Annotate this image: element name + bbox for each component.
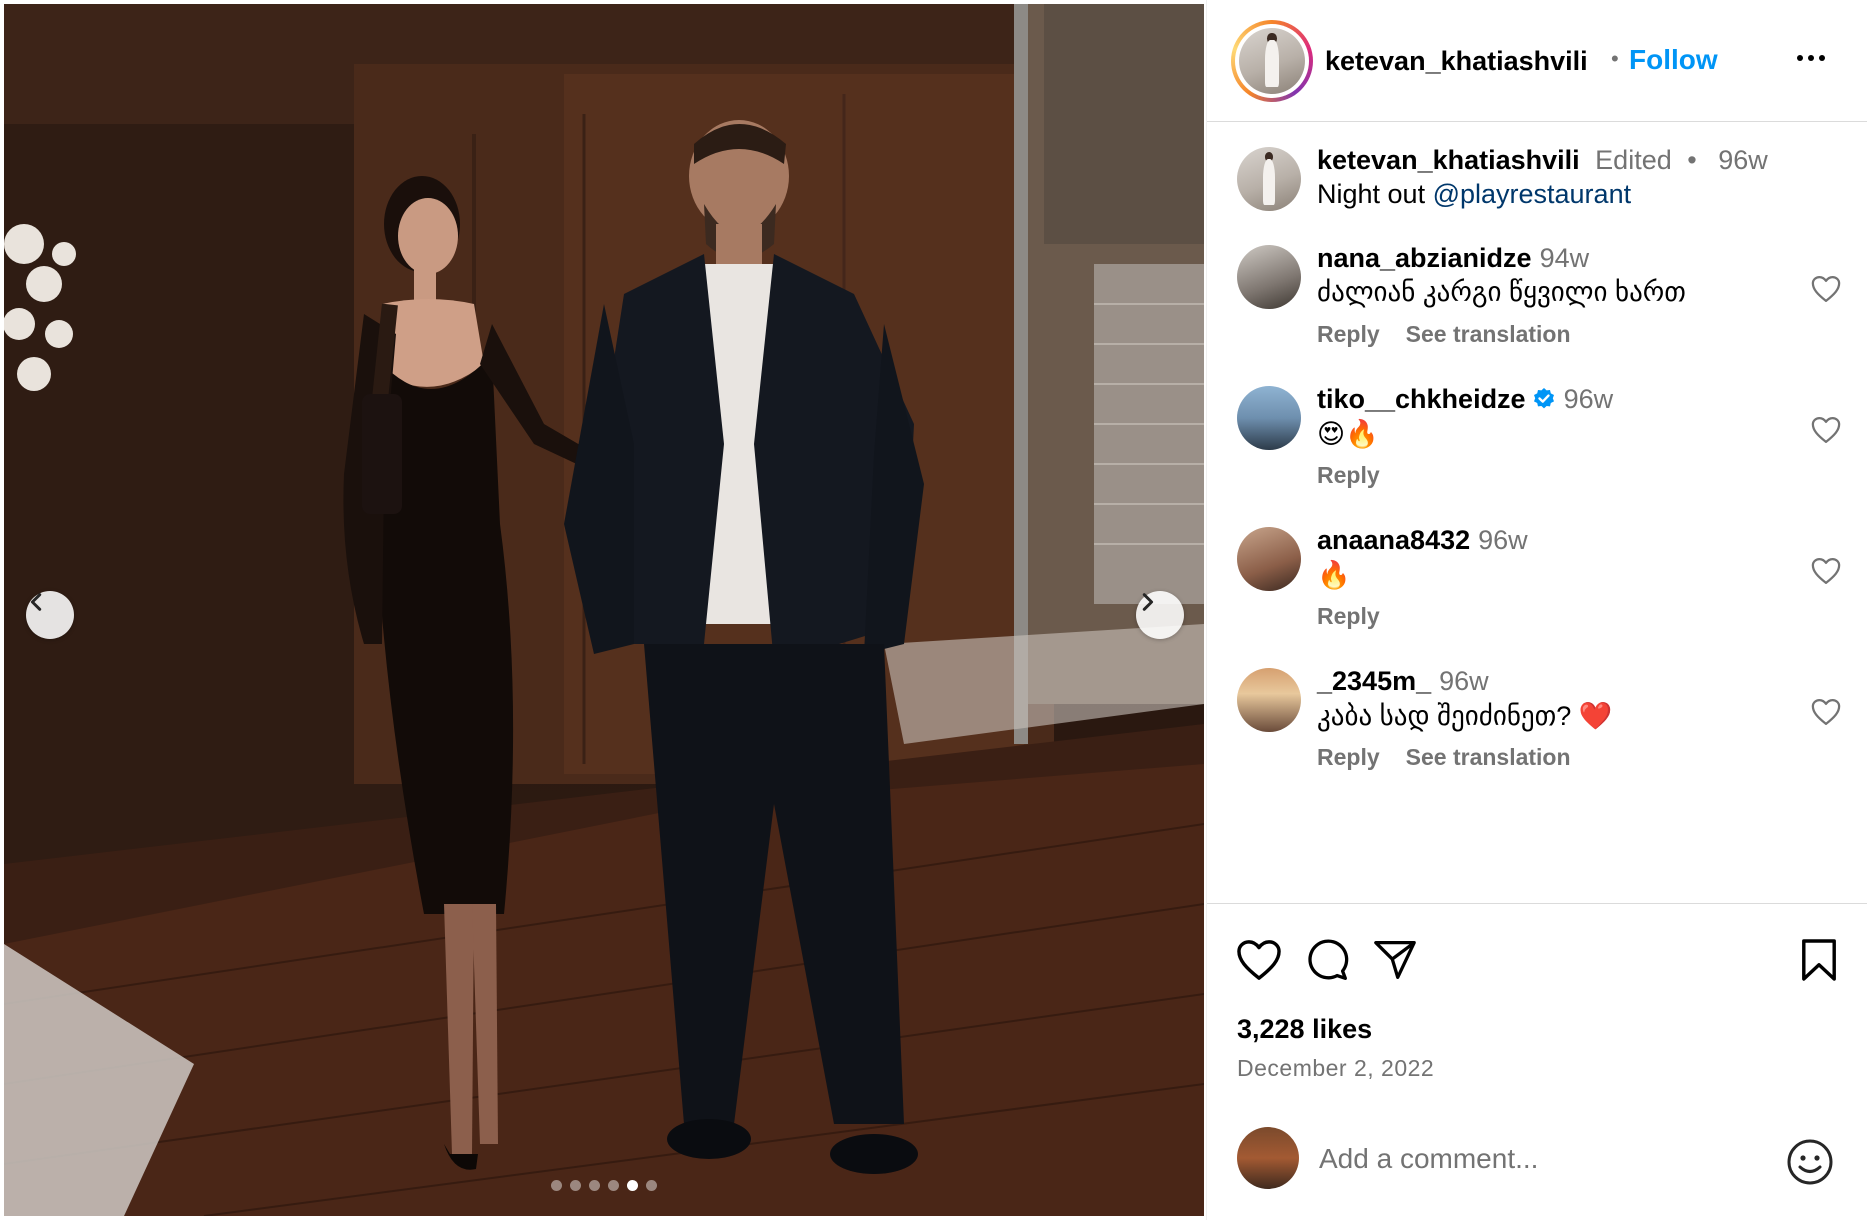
comment-like-button[interactable]: [1809, 696, 1843, 730]
commenter-avatar[interactable]: [1237, 668, 1301, 732]
comment-icon: [1308, 939, 1349, 980]
caption-author-avatar[interactable]: [1237, 147, 1301, 211]
current-user-avatar[interactable]: [1237, 1127, 1299, 1189]
heart-icon: [1237, 940, 1281, 980]
like-button[interactable]: [1231, 932, 1287, 988]
emoji-icon: [1787, 1139, 1833, 1185]
caption-username[interactable]: ketevan_khatiashvili: [1317, 145, 1580, 175]
see-translation-button[interactable]: See translation: [1406, 744, 1571, 771]
bookmark-icon: [1802, 939, 1836, 981]
reply-button[interactable]: Reply: [1317, 462, 1380, 489]
header-separator: •: [1611, 46, 1619, 71]
heart-icon: [1811, 698, 1841, 725]
comment-time[interactable]: 96w: [1478, 525, 1528, 555]
carousel-dot: [589, 1180, 600, 1191]
reply-button[interactable]: Reply: [1317, 603, 1380, 630]
carousel-dot: [608, 1180, 619, 1191]
reply-button[interactable]: Reply: [1317, 321, 1380, 348]
previous-slide-button[interactable]: [26, 591, 74, 639]
share-icon: [1374, 941, 1416, 979]
story-ring[interactable]: [1231, 20, 1313, 102]
commenter-username[interactable]: _2345m_: [1317, 666, 1431, 696]
heart-icon: [1811, 557, 1841, 584]
comment-header: _2345m_ 96w: [1317, 666, 1489, 697]
comment-button[interactable]: [1299, 932, 1355, 988]
save-button[interactable]: [1791, 932, 1847, 988]
caption-dot: •: [1687, 145, 1697, 175]
comment-header: anaana8432 96w: [1317, 525, 1528, 556]
caption-row: ketevan_khatiashvili Edited • 96w Night …: [1207, 145, 1867, 235]
comment-like-button[interactable]: [1809, 555, 1843, 589]
comment-text: კაბა სად შეიძინეთ? ❤️: [1317, 701, 1613, 731]
commenter-username[interactable]: nana_abzianidze: [1317, 243, 1532, 273]
comment-actions: Reply: [1317, 603, 1380, 630]
chevron-right-icon: [1142, 593, 1154, 611]
more-icon: [1797, 55, 1803, 61]
reply-button[interactable]: Reply: [1317, 744, 1380, 771]
comment-time[interactable]: 96w: [1439, 666, 1489, 696]
author-username[interactable]: ketevan_khatiashvili: [1325, 46, 1588, 77]
commenter-avatar[interactable]: [1237, 386, 1301, 450]
comment-text: 🔥: [1317, 560, 1351, 590]
post-sidebar: ketevan_khatiashvili • Follow ketevan_kh…: [1206, 0, 1867, 1220]
comment-time[interactable]: 94w: [1540, 243, 1590, 273]
post-date[interactable]: December 2, 2022: [1237, 1055, 1434, 1082]
comment-actions: Reply: [1317, 462, 1380, 489]
emoji-button[interactable]: [1785, 1137, 1835, 1187]
caption-text: Night out @playrestaurant: [1317, 179, 1631, 210]
post-action-bar: 3,228 likes December 2, 2022: [1207, 903, 1867, 1143]
comment-header: nana_abzianidze 94w: [1317, 243, 1589, 274]
caption-header: ketevan_khatiashvili Edited • 96w: [1317, 145, 1768, 176]
comments-list: ketevan_khatiashvili Edited • 96w Night …: [1207, 123, 1867, 903]
more-options-button[interactable]: [1791, 48, 1831, 68]
comment-time[interactable]: 96w: [1564, 384, 1614, 414]
caption-mention-link[interactable]: @playrestaurant: [1433, 179, 1632, 209]
carousel-indicator: [4, 1180, 1204, 1191]
comment-row: _2345m_ 96w კაბა სად შეიძინეთ? ❤️ Reply See …: [1207, 666, 1867, 786]
add-comment-input[interactable]: [1319, 1137, 1759, 1181]
comment-row: anaana8432 96w 🔥 Reply: [1207, 525, 1867, 645]
follow-button[interactable]: Follow: [1629, 44, 1718, 76]
heart-icon: [1811, 416, 1841, 443]
author-avatar: [1239, 28, 1305, 94]
next-slide-button[interactable]: [1136, 591, 1184, 639]
commenter-username[interactable]: anaana8432: [1317, 525, 1470, 555]
caption-time[interactable]: 96w: [1718, 145, 1768, 175]
add-comment-bar: [1207, 1115, 1867, 1220]
see-translation-button[interactable]: See translation: [1406, 321, 1571, 348]
comment-header: tiko__chkheidze 96w: [1317, 384, 1613, 415]
carousel-dot: [551, 1180, 562, 1191]
photo-scene: [4, 4, 1204, 1216]
comment-like-button[interactable]: [1809, 414, 1843, 448]
likes-count[interactable]: 3,228 likes: [1237, 1014, 1372, 1045]
share-button[interactable]: [1367, 932, 1423, 988]
verified-icon: [1533, 388, 1554, 409]
comment-actions: Reply See translation: [1317, 744, 1571, 771]
chevron-left-icon: [30, 593, 42, 611]
caption-edited-label: Edited: [1595, 145, 1672, 175]
comment-text: 😍🔥: [1317, 419, 1379, 449]
caption-body: Night out: [1317, 179, 1433, 209]
commenter-avatar[interactable]: [1237, 527, 1301, 591]
carousel-dot: [627, 1180, 638, 1191]
post-header: ketevan_khatiashvili • Follow: [1207, 0, 1867, 122]
carousel-dot: [646, 1180, 657, 1191]
commenter-avatar[interactable]: [1237, 245, 1301, 309]
commenter-username[interactable]: tiko__chkheidze: [1317, 384, 1526, 414]
post-photo: [4, 4, 1204, 1216]
comment-text: ძალიან კარგი წყვილი ხართ: [1317, 277, 1686, 307]
comment-like-button[interactable]: [1809, 273, 1843, 307]
carousel-dot: [570, 1180, 581, 1191]
comment-row: tiko__chkheidze 96w 😍🔥 Reply: [1207, 384, 1867, 504]
comment-actions: Reply See translation: [1317, 321, 1571, 348]
comment-row: nana_abzianidze 94w ძალიან კარგი წყვილი ხა…: [1207, 243, 1867, 363]
heart-icon: [1811, 275, 1841, 302]
